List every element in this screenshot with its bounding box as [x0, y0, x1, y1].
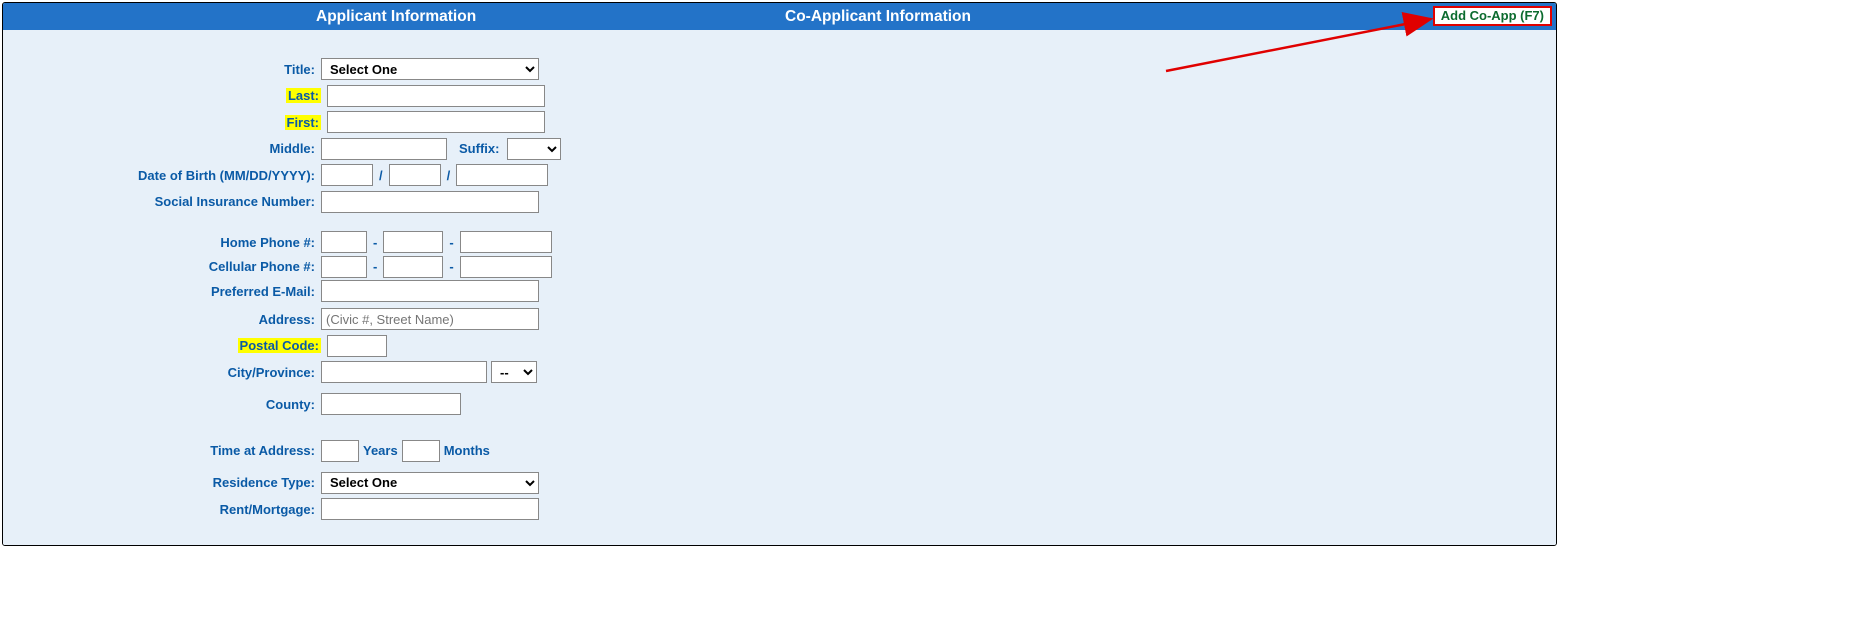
city-input[interactable] [321, 361, 487, 383]
app-container: Applicant Information Co-Applicant Infor… [2, 2, 1557, 546]
applicant-info-header: Applicant Information [316, 8, 476, 26]
address-label: Address: [3, 312, 321, 327]
home-phone-label: Home Phone #: [3, 235, 321, 250]
hp-sep1: - [371, 235, 379, 250]
middle-name-input[interactable] [321, 138, 447, 160]
county-input[interactable] [321, 393, 461, 415]
address-input[interactable] [321, 308, 539, 330]
last-name-input[interactable] [327, 85, 545, 107]
home-phone-prefix-input[interactable] [383, 231, 443, 253]
title-select[interactable]: Select One [321, 58, 539, 80]
sin-label: Social Insurance Number: [3, 194, 321, 209]
dob-year-input[interactable] [456, 164, 548, 186]
email-input[interactable] [321, 280, 539, 302]
home-phone-line-input[interactable] [460, 231, 552, 253]
time-at-address-label: Time at Address: [3, 443, 321, 458]
middle-name-label: Middle: [3, 141, 321, 156]
city-province-label: City/Province: [3, 365, 321, 380]
rent-mortgage-label: Rent/Mortgage: [3, 502, 321, 517]
residence-type-label: Residence Type: [3, 475, 321, 490]
county-label: County: [3, 397, 321, 412]
cell-phone-prefix-input[interactable] [383, 256, 443, 278]
first-name-input[interactable] [327, 111, 545, 133]
dob-month-input[interactable] [321, 164, 373, 186]
years-label: Years [363, 443, 398, 458]
home-phone-area-input[interactable] [321, 231, 367, 253]
add-co-app-button[interactable]: Add Co-App (F7) [1433, 6, 1552, 26]
first-name-label: First: [3, 115, 321, 130]
cp-sep1: - [371, 259, 379, 274]
title-label: Title: [3, 62, 321, 77]
rent-mortgage-input[interactable] [321, 498, 539, 520]
months-label: Months [444, 443, 490, 458]
header-bar: Applicant Information Co-Applicant Infor… [3, 3, 1556, 30]
dob-sep1: / [377, 168, 385, 183]
dob-label: Date of Birth (MM/DD/YYYY): [3, 168, 321, 183]
cell-phone-label: Cellular Phone #: [3, 259, 321, 274]
postal-code-input[interactable] [327, 335, 387, 357]
cell-phone-line-input[interactable] [460, 256, 552, 278]
form-area: Title: Select One Last: First: Middle: [3, 30, 1556, 545]
hp-sep2: - [447, 235, 455, 250]
suffix-select[interactable] [507, 138, 561, 160]
province-select[interactable]: -- [491, 361, 537, 383]
residence-type-select[interactable]: Select One [321, 472, 539, 494]
postal-code-label: Postal Code: [3, 338, 321, 353]
sin-input[interactable] [321, 191, 539, 213]
dob-sep2: / [445, 168, 453, 183]
months-at-address-input[interactable] [402, 440, 440, 462]
cell-phone-area-input[interactable] [321, 256, 367, 278]
dob-day-input[interactable] [389, 164, 441, 186]
suffix-label: Suffix: [451, 141, 503, 156]
years-at-address-input[interactable] [321, 440, 359, 462]
last-name-label: Last: [3, 88, 321, 103]
cp-sep2: - [447, 259, 455, 274]
email-label: Preferred E-Mail: [3, 284, 321, 299]
coapplicant-info-header: Co-Applicant Information [785, 8, 971, 26]
